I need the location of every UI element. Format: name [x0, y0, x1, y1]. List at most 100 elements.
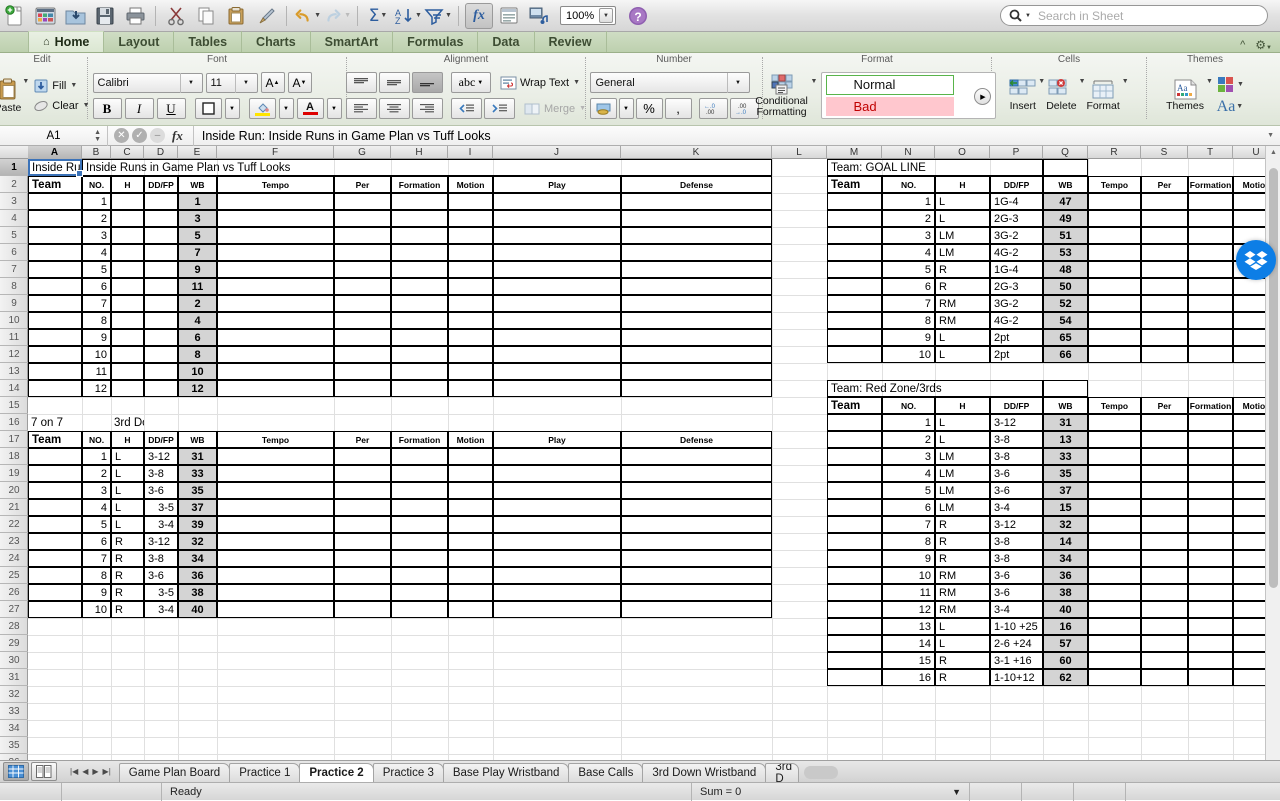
row-header-9[interactable]: 9: [0, 295, 28, 312]
cell-red-zone-h[interactable]: LM: [935, 482, 990, 499]
column-header-I[interactable]: I: [448, 146, 493, 159]
media-browser-icon[interactable]: [525, 3, 553, 29]
merge-button[interactable]: Merge ▼: [524, 102, 586, 116]
orientation-button[interactable]: abc ▼: [450, 72, 491, 93]
cell-goal-line-formation[interactable]: [1188, 312, 1233, 329]
redo-icon[interactable]: ▼: [323, 3, 351, 29]
cell-7on7-tempo[interactable]: [217, 516, 334, 533]
header-goal-line-tempo[interactable]: Tempo: [1088, 176, 1141, 193]
cell-red-zone-wb[interactable]: 37: [1043, 482, 1088, 499]
cell-red-zone-wb[interactable]: 15: [1043, 499, 1088, 516]
cell-inside-run-tempo[interactable]: [217, 363, 334, 380]
cell-inside-run-no[interactable]: 7: [82, 295, 111, 312]
cell-inside-run-wb[interactable]: 10: [178, 363, 217, 380]
show-toolbox-icon[interactable]: [495, 3, 523, 29]
cell-7on7-tempo[interactable]: [217, 533, 334, 550]
header-goal-line-per[interactable]: Per: [1141, 176, 1188, 193]
cell-goal-line-tempo[interactable]: [1088, 227, 1141, 244]
header-7on7-formation[interactable]: Formation: [391, 431, 448, 448]
cell-goal-line-h[interactable]: LM: [935, 244, 990, 261]
row-header-10[interactable]: 10: [0, 312, 28, 329]
row-header-33[interactable]: 33: [0, 703, 28, 720]
row-header-2[interactable]: 2: [0, 176, 28, 193]
cell-red-zone-formation[interactable]: [1188, 584, 1233, 601]
cell-goal-line-ddfp[interactable]: 2G-3: [990, 210, 1043, 227]
cell-goal-line-ddfp[interactable]: 3G-2: [990, 295, 1043, 312]
last-sheet-icon[interactable]: ▶|: [103, 767, 111, 776]
cell-7on7-no[interactable]: 9: [82, 584, 111, 601]
cell-inside-run-team[interactable]: [28, 312, 82, 329]
cell-inside-run-team[interactable]: [28, 329, 82, 346]
accept-icon[interactable]: ✓: [132, 128, 147, 143]
cell-inside-run-defense[interactable]: [621, 346, 772, 363]
cell-inside-run-tempo[interactable]: [217, 244, 334, 261]
cell-inside-run-defense[interactable]: [621, 295, 772, 312]
cell-inside-run-team[interactable]: [28, 210, 82, 227]
cell-goal-line-wb[interactable]: 52: [1043, 295, 1088, 312]
align-left-button[interactable]: [345, 98, 377, 119]
cell-7on7-wb[interactable]: 38: [178, 584, 217, 601]
header-inside-run-motion[interactable]: Motion: [448, 176, 493, 193]
cell-red-zone-ddfp[interactable]: 3-4: [990, 499, 1043, 516]
cell-7on7-formation[interactable]: [391, 533, 448, 550]
cell-goal-line-h[interactable]: L: [935, 210, 990, 227]
clear-dropdown-icon[interactable]: ▼: [83, 102, 90, 109]
cell-goal-line-wb[interactable]: 47: [1043, 193, 1088, 210]
header-7on7-motion[interactable]: Motion: [448, 431, 493, 448]
cell-red-zone-ddfp[interactable]: 1-10 +25: [990, 618, 1043, 635]
cell-goal-line-ddfp[interactable]: 4G-2: [990, 312, 1043, 329]
cell-inside-run-no[interactable]: 4: [82, 244, 111, 261]
theme-fonts-dropdown-icon[interactable]: ▼: [1236, 103, 1243, 110]
format-cells-button[interactable]: Format: [1087, 79, 1120, 112]
cell-inside-run-defense[interactable]: [621, 278, 772, 295]
cell-inside-run-per[interactable]: [334, 227, 391, 244]
cell-inside-run-defense[interactable]: [621, 380, 772, 397]
header-goal-line-wb[interactable]: WB: [1043, 176, 1088, 193]
status-sum[interactable]: Sum = 0 ▼: [692, 782, 970, 801]
cell-inside-run-formation[interactable]: [391, 244, 448, 261]
cell-red-zone-team[interactable]: [827, 482, 882, 499]
cell-goal-line-h[interactable]: LM: [935, 227, 990, 244]
percent-button[interactable]: %: [635, 98, 663, 119]
cell-red-zone-ddfp[interactable]: 3-8: [990, 448, 1043, 465]
cell-7on7-defense[interactable]: [621, 465, 772, 482]
paste-dropdown-icon[interactable]: ▼: [22, 78, 29, 85]
cell-7on7-tempo[interactable]: [217, 499, 334, 516]
format-painter-icon[interactable]: [252, 3, 280, 29]
tab-review[interactable]: Review: [535, 31, 607, 52]
theme-colors-button[interactable]: ▼: [1216, 76, 1244, 94]
merge-dropdown-icon[interactable]: ▼: [579, 105, 586, 112]
cell-inside-run-tempo[interactable]: [217, 380, 334, 397]
conditional-formatting-dropdown-icon[interactable]: ▼: [811, 78, 818, 85]
cell-inside-run-per[interactable]: [334, 210, 391, 227]
align-top-button[interactable]: [345, 72, 377, 93]
cell-red-zone-formation[interactable]: [1188, 567, 1233, 584]
header-inside-run-ddfp[interactable]: DD/FP: [144, 176, 178, 193]
column-header-F[interactable]: F: [217, 146, 334, 159]
cell-red-zone-team[interactable]: [827, 448, 882, 465]
cell-inside-run-h[interactable]: [111, 278, 144, 295]
cell-7on7-defense[interactable]: [621, 516, 772, 533]
styles-more-icon[interactable]: ▶: [974, 88, 992, 105]
wrap-dropdown-icon[interactable]: ▼: [573, 79, 580, 86]
insert-button[interactable]: Insert: [1009, 79, 1036, 112]
cell-goal-line-tempo[interactable]: [1088, 278, 1141, 295]
zoom-control[interactable]: 100% ▼: [560, 6, 616, 25]
cell-7on7-ddfp[interactable]: 3-8: [144, 550, 178, 567]
header-inside-run-team[interactable]: Team: [28, 176, 82, 193]
cell-inside-run-tempo[interactable]: [217, 227, 334, 244]
row-header-12[interactable]: 12: [0, 346, 28, 363]
header-7on7-h[interactable]: H: [111, 431, 144, 448]
row-header-13[interactable]: 13: [0, 363, 28, 380]
cell-7on7-tempo[interactable]: [217, 567, 334, 584]
cell-red-zone-tempo[interactable]: [1088, 601, 1141, 618]
cell-inside-run-per[interactable]: [334, 363, 391, 380]
tab-layout[interactable]: Layout: [104, 31, 175, 52]
style-bad[interactable]: Bad: [826, 96, 955, 116]
header-red-zone-h[interactable]: H: [935, 397, 990, 414]
cell-goal-line-ddfp[interactable]: 2pt: [990, 346, 1043, 363]
cell-7on7-h[interactable]: L: [111, 516, 144, 533]
cell-red-zone-wb[interactable]: 40: [1043, 601, 1088, 618]
cell-goal-line-formation[interactable]: [1188, 295, 1233, 312]
cell-red-zone-wb[interactable]: 35: [1043, 465, 1088, 482]
